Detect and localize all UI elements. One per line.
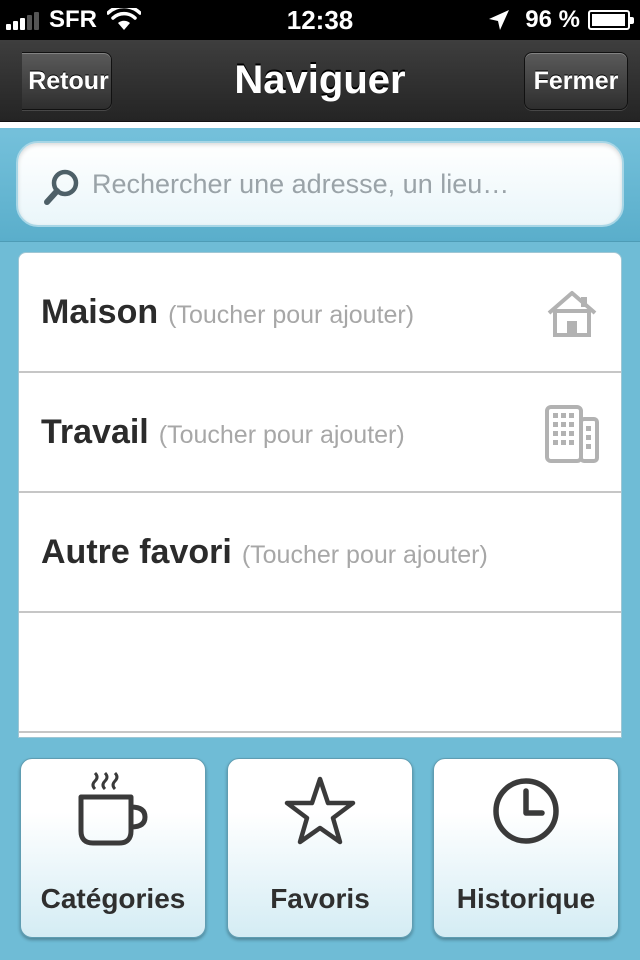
favorite-item-title: Travail (Toucher pour ajouter) (41, 413, 405, 451)
close-button[interactable]: Fermer (524, 52, 628, 110)
search-input[interactable]: Rechercher une adresse, un lieu… (16, 141, 624, 227)
favorite-item-work[interactable]: Travail (Toucher pour ajouter) (19, 373, 621, 493)
search-placeholder: Rechercher une adresse, un lieu… (92, 169, 510, 199)
navigation-bar: Naviguer Retour Fermer (0, 40, 640, 122)
coffee-cup-icon (78, 771, 148, 846)
star-icon (284, 776, 356, 845)
back-button[interactable]: Retour (22, 52, 112, 110)
favorite-item-hint: (Toucher pour ajouter) (241, 541, 488, 569)
office-building-icon (545, 405, 599, 463)
location-arrow-icon (489, 10, 510, 30)
empty-list-row (19, 613, 621, 733)
favorites-list: Maison (Toucher pour ajouter) Travail (Tou… (18, 252, 622, 738)
house-icon (547, 291, 597, 337)
favorites-button-label: Favoris (270, 883, 370, 914)
status-right: 96 % (487, 5, 634, 35)
search-icon (44, 169, 79, 205)
favorite-item-hint: (Toucher pour ajouter) (158, 421, 405, 449)
categories-button[interactable]: Catégories (20, 758, 206, 938)
search-bar: Rechercher une adresse, un lieu… (0, 128, 640, 242)
favorite-item-other[interactable]: Autre favori (Toucher pour ajouter) (19, 493, 621, 613)
battery-percentage: 96 % (525, 6, 580, 33)
favorites-button[interactable]: Favoris (227, 758, 413, 938)
favorite-item-title: Maison (Toucher pour ajouter) (41, 293, 415, 331)
favorite-item-title: Autre favori (Toucher pour ajouter) (41, 533, 488, 571)
battery-icon (588, 10, 634, 30)
history-button[interactable]: Historique (433, 758, 619, 938)
clock-icon (493, 778, 559, 844)
history-button-label: Historique (456, 883, 596, 914)
categories-button-label: Catégories (40, 883, 186, 914)
favorite-item-hint: (Toucher pour ajouter) (168, 301, 415, 329)
status-bar: SFR 12:38 96 % (0, 0, 640, 40)
back-button-label: Retour (28, 67, 109, 95)
favorite-item-home[interactable]: Maison (Toucher pour ajouter) (19, 253, 621, 373)
